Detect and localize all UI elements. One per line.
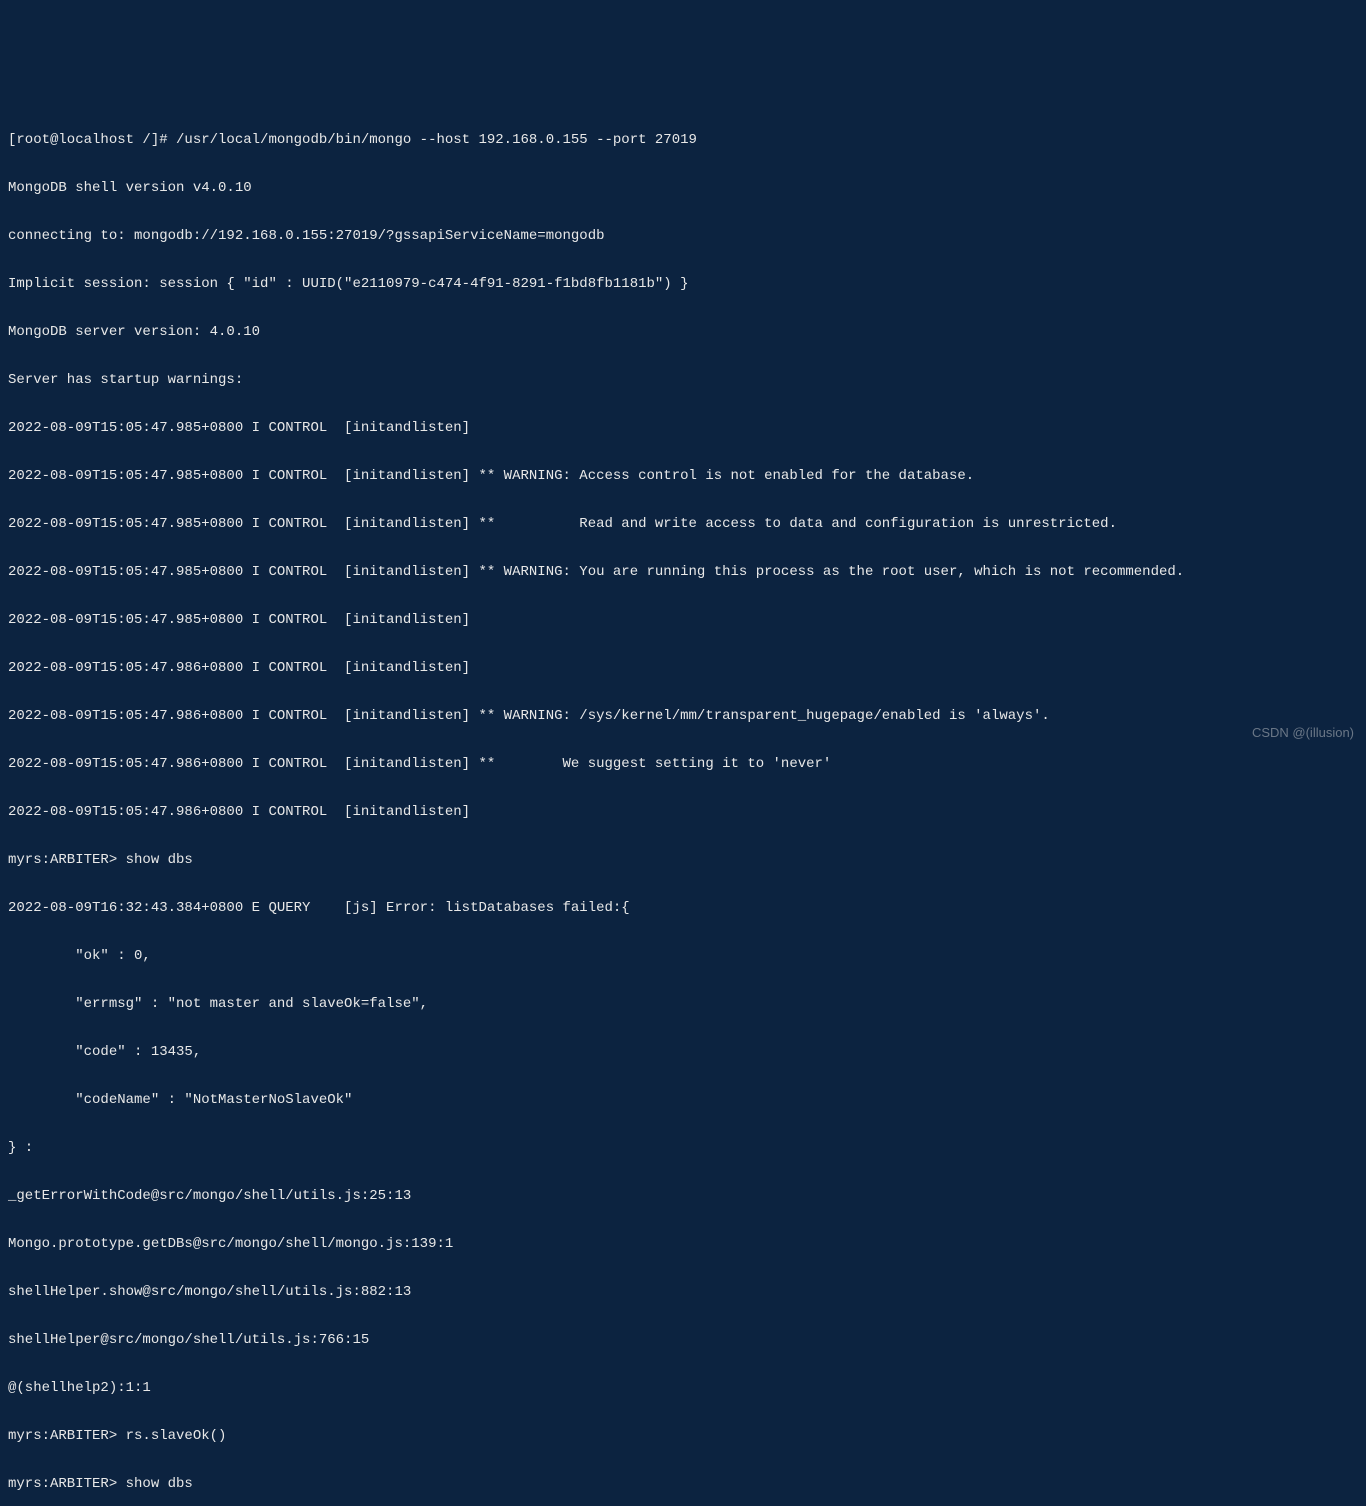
terminal-line: 2022-08-09T16:32:43.384+0800 E QUERY [js… [8, 896, 1358, 920]
terminal-output[interactable]: [root@localhost /]# /usr/local/mongodb/b… [8, 104, 1358, 1506]
terminal-line: "errmsg" : "not master and slaveOk=false… [8, 992, 1358, 1016]
terminal-line: _getErrorWithCode@src/mongo/shell/utils.… [8, 1184, 1358, 1208]
terminal-line: @(shellhelp2):1:1 [8, 1376, 1358, 1400]
watermark-text: CSDN @(illusion) [1252, 721, 1354, 745]
terminal-line: } : [8, 1136, 1358, 1160]
terminal-line: "codeName" : "NotMasterNoSlaveOk" [8, 1088, 1358, 1112]
terminal-line: [root@localhost /]# /usr/local/mongodb/b… [8, 128, 1358, 152]
terminal-line: 2022-08-09T15:05:47.986+0800 I CONTROL [… [8, 752, 1358, 776]
terminal-line: myrs:ARBITER> show dbs [8, 1472, 1358, 1496]
terminal-line: 2022-08-09T15:05:47.985+0800 I CONTROL [… [8, 560, 1358, 584]
terminal-line: MongoDB server version: 4.0.10 [8, 320, 1358, 344]
terminal-line: connecting to: mongodb://192.168.0.155:2… [8, 224, 1358, 248]
terminal-line: myrs:ARBITER> rs.slaveOk() [8, 1424, 1358, 1448]
terminal-line: 2022-08-09T15:05:47.986+0800 I CONTROL [… [8, 656, 1358, 680]
terminal-line: "code" : 13435, [8, 1040, 1358, 1064]
terminal-line: "ok" : 0, [8, 944, 1358, 968]
terminal-line: MongoDB shell version v4.0.10 [8, 176, 1358, 200]
terminal-line: shellHelper.show@src/mongo/shell/utils.j… [8, 1280, 1358, 1304]
terminal-line: Server has startup warnings: [8, 368, 1358, 392]
terminal-line: 2022-08-09T15:05:47.985+0800 I CONTROL [… [8, 512, 1358, 536]
terminal-line: myrs:ARBITER> show dbs [8, 848, 1358, 872]
terminal-line: 2022-08-09T15:05:47.986+0800 I CONTROL [… [8, 704, 1358, 728]
terminal-line: shellHelper@src/mongo/shell/utils.js:766… [8, 1328, 1358, 1352]
terminal-line: Implicit session: session { "id" : UUID(… [8, 272, 1358, 296]
terminal-line: Mongo.prototype.getDBs@src/mongo/shell/m… [8, 1232, 1358, 1256]
terminal-line: 2022-08-09T15:05:47.985+0800 I CONTROL [… [8, 416, 1358, 440]
terminal-line: 2022-08-09T15:05:47.985+0800 I CONTROL [… [8, 464, 1358, 488]
terminal-line: 2022-08-09T15:05:47.986+0800 I CONTROL [… [8, 800, 1358, 824]
terminal-line: 2022-08-09T15:05:47.985+0800 I CONTROL [… [8, 608, 1358, 632]
